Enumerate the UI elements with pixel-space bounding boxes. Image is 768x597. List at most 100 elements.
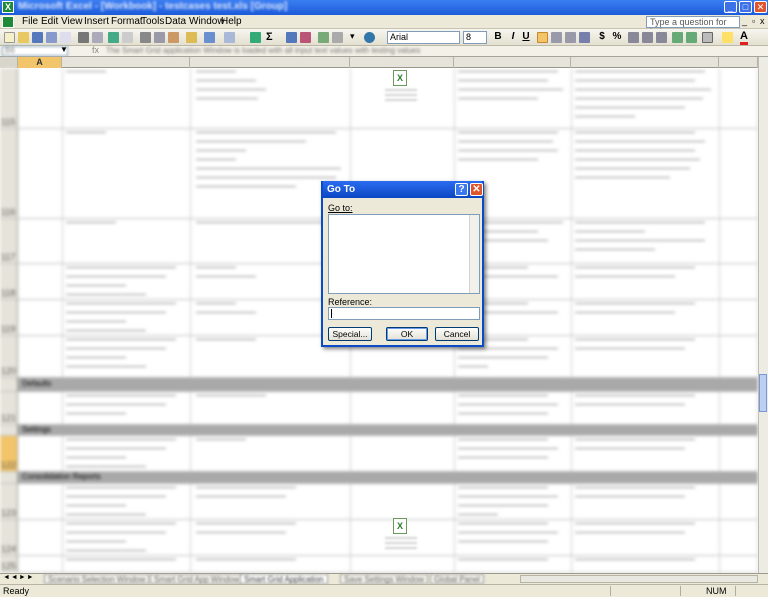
embedded-excel-icon[interactable] bbox=[393, 70, 407, 86]
decrease-decimal-icon[interactable] bbox=[656, 32, 667, 43]
menu-window[interactable]: Window bbox=[189, 16, 225, 27]
cut-icon[interactable] bbox=[140, 32, 151, 43]
menu-tools[interactable]: Tools bbox=[141, 16, 164, 27]
autosum-icon[interactable]: Σ bbox=[266, 31, 273, 43]
row-header[interactable]: 117 bbox=[0, 219, 18, 263]
ok-button[interactable]: OK bbox=[386, 327, 428, 341]
print-preview-icon[interactable] bbox=[92, 32, 103, 43]
menu-file[interactable]: File bbox=[22, 16, 38, 27]
fill-color-icon[interactable] bbox=[722, 32, 733, 43]
font-color-icon[interactable]: A bbox=[740, 30, 748, 45]
vertical-scroll-thumb[interactable] bbox=[759, 374, 767, 412]
print-icon[interactable] bbox=[78, 32, 89, 43]
special-button[interactable]: Special... bbox=[328, 327, 372, 341]
menu-help[interactable]: Help bbox=[221, 16, 242, 27]
goto-list-scrollbar[interactable] bbox=[469, 215, 479, 293]
align-right-icon[interactable] bbox=[565, 32, 576, 43]
permission-icon[interactable] bbox=[46, 32, 57, 43]
sheet-tab[interactable]: Smart Grid App Window bbox=[150, 574, 244, 584]
reference-input[interactable] bbox=[328, 307, 480, 320]
doc-minimize-icon[interactable]: _ bbox=[742, 16, 747, 26]
row-header[interactable]: 123 bbox=[0, 484, 18, 519]
row-header[interactable]: 122 bbox=[0, 436, 18, 471]
vertical-scrollbar[interactable] bbox=[758, 57, 768, 573]
section-row[interactable]: Defaults bbox=[0, 378, 758, 392]
row-header[interactable]: 119 bbox=[0, 300, 18, 335]
goto-list[interactable] bbox=[328, 214, 480, 294]
close-icon[interactable]: ✕ bbox=[470, 183, 483, 196]
align-center-icon[interactable] bbox=[551, 32, 562, 43]
currency-button[interactable]: $ bbox=[596, 31, 608, 42]
row-header[interactable]: 121 bbox=[0, 392, 18, 424]
zoom-dropdown[interactable]: ▾ bbox=[350, 31, 355, 42]
align-left-icon[interactable] bbox=[537, 32, 548, 43]
row-header[interactable]: 124 bbox=[0, 520, 18, 555]
formula-content[interactable]: The Smart Grid application Window is loa… bbox=[106, 46, 420, 55]
font-name-select[interactable]: Arial bbox=[387, 31, 460, 44]
help-icon[interactable]: ? bbox=[455, 183, 468, 196]
select-all-corner[interactable] bbox=[0, 57, 18, 68]
doc-close-icon[interactable]: x bbox=[760, 16, 765, 26]
paste-icon[interactable] bbox=[168, 32, 179, 43]
bold-button[interactable]: B bbox=[492, 31, 504, 42]
row-header[interactable]: 115 bbox=[0, 68, 18, 128]
new-icon[interactable] bbox=[4, 32, 15, 43]
menu-edit[interactable]: Edit bbox=[41, 16, 58, 27]
excel-app-icon[interactable]: X bbox=[2, 1, 14, 13]
research-icon[interactable] bbox=[122, 32, 133, 43]
copy-icon[interactable] bbox=[154, 32, 165, 43]
increase-indent-icon[interactable] bbox=[686, 32, 697, 43]
font-size-select[interactable]: 8 bbox=[463, 31, 487, 44]
sheet-tab[interactable]: Global Panel bbox=[430, 574, 484, 584]
increase-decimal-icon[interactable] bbox=[642, 32, 653, 43]
tab-scroll-arrows-icon[interactable]: ◄◄►► bbox=[3, 574, 35, 581]
doc-restore-icon[interactable]: ▫ bbox=[752, 16, 755, 26]
section-row[interactable]: Consolidation Reports bbox=[0, 472, 758, 484]
open-icon[interactable] bbox=[18, 32, 29, 43]
sort-ascending-icon[interactable] bbox=[286, 32, 297, 43]
spelling-icon[interactable] bbox=[108, 32, 119, 43]
save-icon[interactable] bbox=[32, 32, 43, 43]
merge-center-icon[interactable] bbox=[579, 32, 590, 43]
underline-button[interactable]: U bbox=[520, 31, 532, 42]
column-header[interactable] bbox=[350, 57, 454, 68]
percent-button[interactable]: % bbox=[611, 31, 623, 42]
horizontal-scrollbar[interactable] bbox=[520, 575, 758, 583]
hyperlink-icon[interactable] bbox=[250, 32, 261, 43]
column-header-a[interactable]: A bbox=[18, 57, 62, 68]
embedded-excel-icon[interactable] bbox=[393, 518, 407, 534]
row-header[interactable]: 118 bbox=[0, 264, 18, 299]
chart-wizard-icon[interactable] bbox=[318, 32, 329, 43]
format-painter-icon[interactable] bbox=[186, 32, 197, 43]
name-box[interactable]: B6 bbox=[2, 46, 68, 56]
sort-descending-icon[interactable] bbox=[300, 32, 311, 43]
table-row[interactable]: 121 bbox=[0, 392, 758, 425]
help-icon[interactable] bbox=[364, 32, 375, 43]
sheet-tab[interactable]: Scenario Selection Window bbox=[44, 574, 150, 584]
drawing-icon[interactable] bbox=[332, 32, 343, 43]
borders-icon[interactable] bbox=[702, 32, 713, 43]
sheet-tab-active[interactable]: Smart Grid Application bbox=[240, 574, 328, 584]
close-icon[interactable]: ✕ bbox=[754, 1, 767, 13]
sheet-tab[interactable]: Save Settings Window bbox=[340, 574, 429, 584]
cancel-button[interactable]: Cancel bbox=[435, 327, 479, 341]
menu-view[interactable]: View bbox=[61, 16, 83, 27]
help-search-input[interactable]: Type a question for help bbox=[646, 16, 740, 37]
column-header[interactable] bbox=[719, 57, 758, 68]
row-header[interactable] bbox=[0, 425, 18, 435]
menu-insert[interactable]: Insert bbox=[84, 16, 109, 27]
row-header[interactable]: 120 bbox=[0, 336, 18, 377]
redo-icon[interactable] bbox=[224, 32, 235, 43]
column-header[interactable] bbox=[62, 57, 190, 68]
maximize-icon[interactable]: □ bbox=[739, 1, 752, 13]
undo-icon[interactable] bbox=[204, 32, 215, 43]
comma-style-icon[interactable] bbox=[628, 32, 639, 43]
decrease-indent-icon[interactable] bbox=[672, 32, 683, 43]
name-box-dropdown-icon[interactable]: ▼ bbox=[60, 45, 68, 54]
row-header[interactable]: 116 bbox=[0, 129, 18, 218]
column-header[interactable] bbox=[454, 57, 571, 68]
section-row[interactable]: Settings bbox=[0, 425, 758, 436]
minimize-icon[interactable]: _ bbox=[724, 1, 737, 13]
insert-function-icon[interactable]: fx bbox=[92, 45, 99, 55]
menu-format[interactable]: Format bbox=[111, 16, 143, 27]
